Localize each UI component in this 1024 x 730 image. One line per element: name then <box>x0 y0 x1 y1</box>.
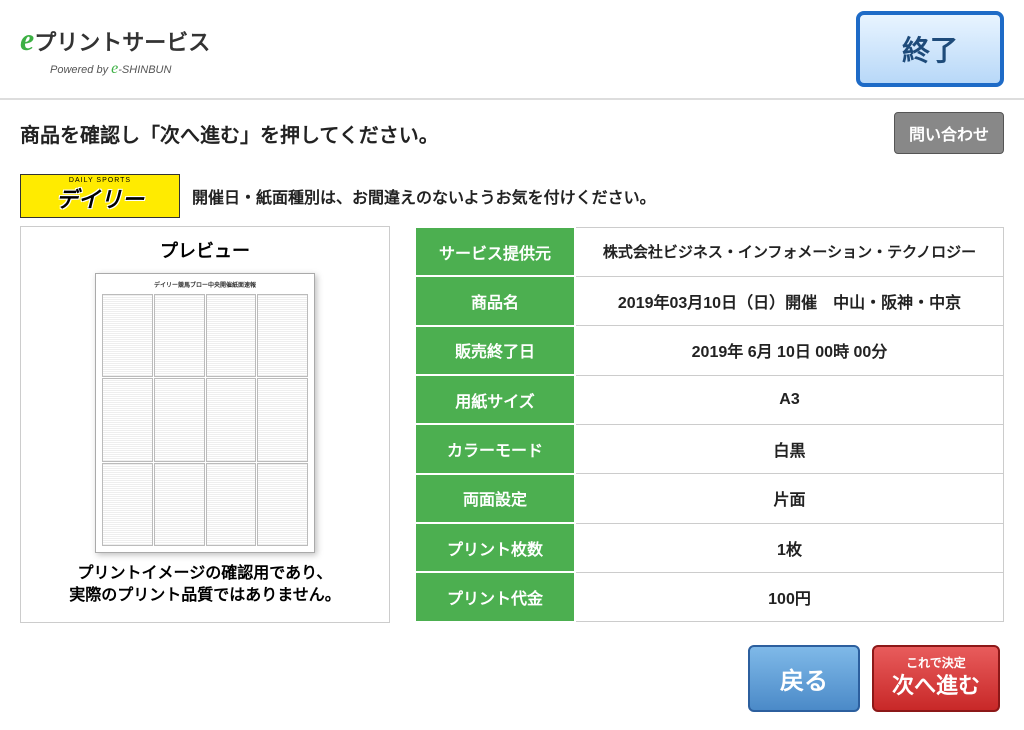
table-row: プリント代金 100円 <box>415 572 1004 621</box>
preview-cell <box>154 378 205 461</box>
table-row: サービス提供元 株式会社ビジネス・インフォメーション・テクノロジー <box>415 227 1004 276</box>
back-button[interactable]: 戻る <box>748 645 860 712</box>
detail-label: 販売終了日 <box>415 326 575 375</box>
detail-value: 100円 <box>575 572 1004 621</box>
preview-cell <box>206 378 257 461</box>
preview-cell <box>257 294 308 377</box>
detail-value: 2019年 6月 10日 00時 00分 <box>575 326 1004 375</box>
next-button-bottom: 次へ進む <box>892 672 980 701</box>
detail-label: 両面設定 <box>415 474 575 523</box>
preview-cell <box>154 463 205 546</box>
detail-value: 1枚 <box>575 523 1004 572</box>
preview-cell <box>154 294 205 377</box>
table-row: 商品名 2019年03月10日（日）開催 中山・阪神・中京 <box>415 276 1004 325</box>
detail-label: プリント枚数 <box>415 523 575 572</box>
preview-cell <box>102 378 153 461</box>
detail-label: プリント代金 <box>415 572 575 621</box>
exit-button[interactable]: 終了 <box>856 11 1004 87</box>
logo-sub-rest: -SHINBUN <box>118 64 171 76</box>
detail-label: 用紙サイズ <box>415 375 575 424</box>
logo-main: eプリントサービス <box>20 21 210 58</box>
table-row: カラーモード 白黒 <box>415 424 1004 473</box>
table-row: プリント枚数 1枚 <box>415 523 1004 572</box>
sports-logo-main: デイリー <box>56 182 144 214</box>
preview-image: デイリー競馬ブロー中央開催紙面速報 <box>95 273 315 553</box>
footer-buttons: 戻る これで決定 次へ進む <box>748 645 1000 712</box>
sports-logo-top: DAILY SPORTS <box>69 177 131 184</box>
details-table: サービス提供元 株式会社ビジネス・インフォメーション・テクノロジー 商品名 20… <box>414 226 1004 623</box>
preview-note: プリントイメージの確認用であり、 実際のプリント品質ではありません。 <box>39 563 371 608</box>
detail-label: カラーモード <box>415 424 575 473</box>
details-tbody: サービス提供元 株式会社ビジネス・インフォメーション・テクノロジー 商品名 20… <box>415 227 1004 622</box>
logo-sub: Powered by e-SHINBUN <box>50 60 171 78</box>
detail-label: サービス提供元 <box>415 227 575 276</box>
instruction-text: 商品を確認し「次へ進む」を押してください。 <box>20 119 439 148</box>
table-row: 用紙サイズ A3 <box>415 375 1004 424</box>
preview-cell <box>206 463 257 546</box>
preview-cell <box>257 378 308 461</box>
detail-value: 白黒 <box>575 424 1004 473</box>
preview-cell <box>257 463 308 546</box>
detail-value: 株式会社ビジネス・インフォメーション・テクノロジー <box>575 227 1004 276</box>
preview-title: プレビュー <box>39 237 371 263</box>
detail-value: 片面 <box>575 474 1004 523</box>
logo-e-accent: e <box>20 21 34 57</box>
preview-cell <box>102 463 153 546</box>
detail-value: A3 <box>575 375 1004 424</box>
logo: eプリントサービス Powered by e-SHINBUN <box>20 21 210 78</box>
preview-cell <box>102 294 153 377</box>
preview-note-line2: 実際のプリント品質ではありません。 <box>69 587 341 604</box>
banner-message: 開催日・紙面種別は、お間違えのないようお気を付けください。 <box>192 184 656 208</box>
preview-grid <box>102 294 308 546</box>
preview-page-heading: デイリー競馬ブロー中央開催紙面速報 <box>102 280 308 289</box>
preview-cell <box>206 294 257 377</box>
next-button[interactable]: これで決定 次へ進む <box>872 645 1000 712</box>
logo-main-text: プリントサービス <box>34 30 210 55</box>
instruction-bar: 商品を確認し「次へ進む」を押してください。 問い合わせ <box>0 100 1024 166</box>
content-area: プレビュー デイリー競馬ブロー中央開催紙面速報 プリントイメージの確認用であり、 <box>0 226 1024 623</box>
contact-button[interactable]: 問い合わせ <box>894 112 1004 154</box>
table-row: 販売終了日 2019年 6月 10日 00時 00分 <box>415 326 1004 375</box>
daily-sports-logo: DAILY SPORTS デイリー <box>20 174 180 218</box>
header: eプリントサービス Powered by e-SHINBUN 終了 <box>0 0 1024 100</box>
next-button-top: これで決定 <box>892 656 980 672</box>
detail-value: 2019年03月10日（日）開催 中山・阪神・中京 <box>575 276 1004 325</box>
preview-panel: プレビュー デイリー競馬ブロー中央開催紙面速報 プリントイメージの確認用であり、 <box>20 226 390 623</box>
logo-sub-prefix: Powered by <box>50 64 111 76</box>
preview-note-line1: プリントイメージの確認用であり、 <box>78 565 333 582</box>
table-row: 両面設定 片面 <box>415 474 1004 523</box>
info-banner: DAILY SPORTS デイリー 開催日・紙面種別は、お間違えのないようお気を… <box>20 174 1004 218</box>
detail-label: 商品名 <box>415 276 575 325</box>
